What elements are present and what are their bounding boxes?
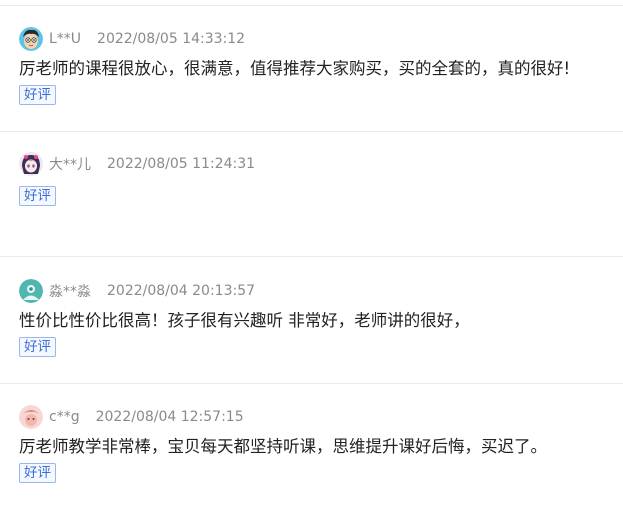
review-divider [0, 256, 623, 257]
review-divider [0, 131, 623, 132]
review-meta: L**U 2022/08/05 14:33:12 [19, 27, 245, 51]
review-timestamp: 2022/08/04 12:57:15 [95, 409, 244, 425]
review-username: c**g [49, 409, 80, 425]
review-meta: 淼**淼 2022/08/04 20:13:57 [19, 279, 255, 303]
review-comment: 厉老师教学非常棒，宝贝每天都坚持听课，思维提升课好后悔，买迟了。 [19, 437, 547, 456]
review-username: L**U [49, 31, 82, 47]
review-timestamp: 2022/08/05 11:24:31 [107, 156, 256, 172]
cartoon-boy-avatar-icon[interactable] [19, 27, 43, 51]
review-timestamp: 2022/08/05 14:33:12 [97, 31, 246, 47]
anime-girl-avatar-icon[interactable] [19, 152, 43, 176]
positive-review-tag: 好评 [19, 186, 56, 206]
review-comment: 厉老师的课程很放心，很满意，值得推荐大家购买，买的全套的，真的很好! [19, 59, 571, 78]
review-username: 淼**淼 [49, 284, 91, 300]
review-comment: 性价比性价比很高！孩子很有兴趣听 非常好，老师讲的很好， [19, 311, 470, 330]
pink-photo-avatar-icon[interactable] [19, 405, 43, 429]
review-meta: 大**儿 2022/08/05 11:24:31 [19, 152, 255, 176]
positive-review-tag: 好评 [19, 463, 56, 483]
review-username: 大**儿 [49, 157, 91, 173]
top-divider [0, 5, 623, 6]
review-meta: c**g 2022/08/04 12:57:15 [19, 405, 244, 429]
review-divider [0, 383, 623, 384]
positive-review-tag: 好评 [19, 85, 56, 105]
teal-default-avatar-icon[interactable] [19, 279, 43, 303]
review-timestamp: 2022/08/04 20:13:57 [107, 283, 256, 299]
positive-review-tag: 好评 [19, 337, 56, 357]
